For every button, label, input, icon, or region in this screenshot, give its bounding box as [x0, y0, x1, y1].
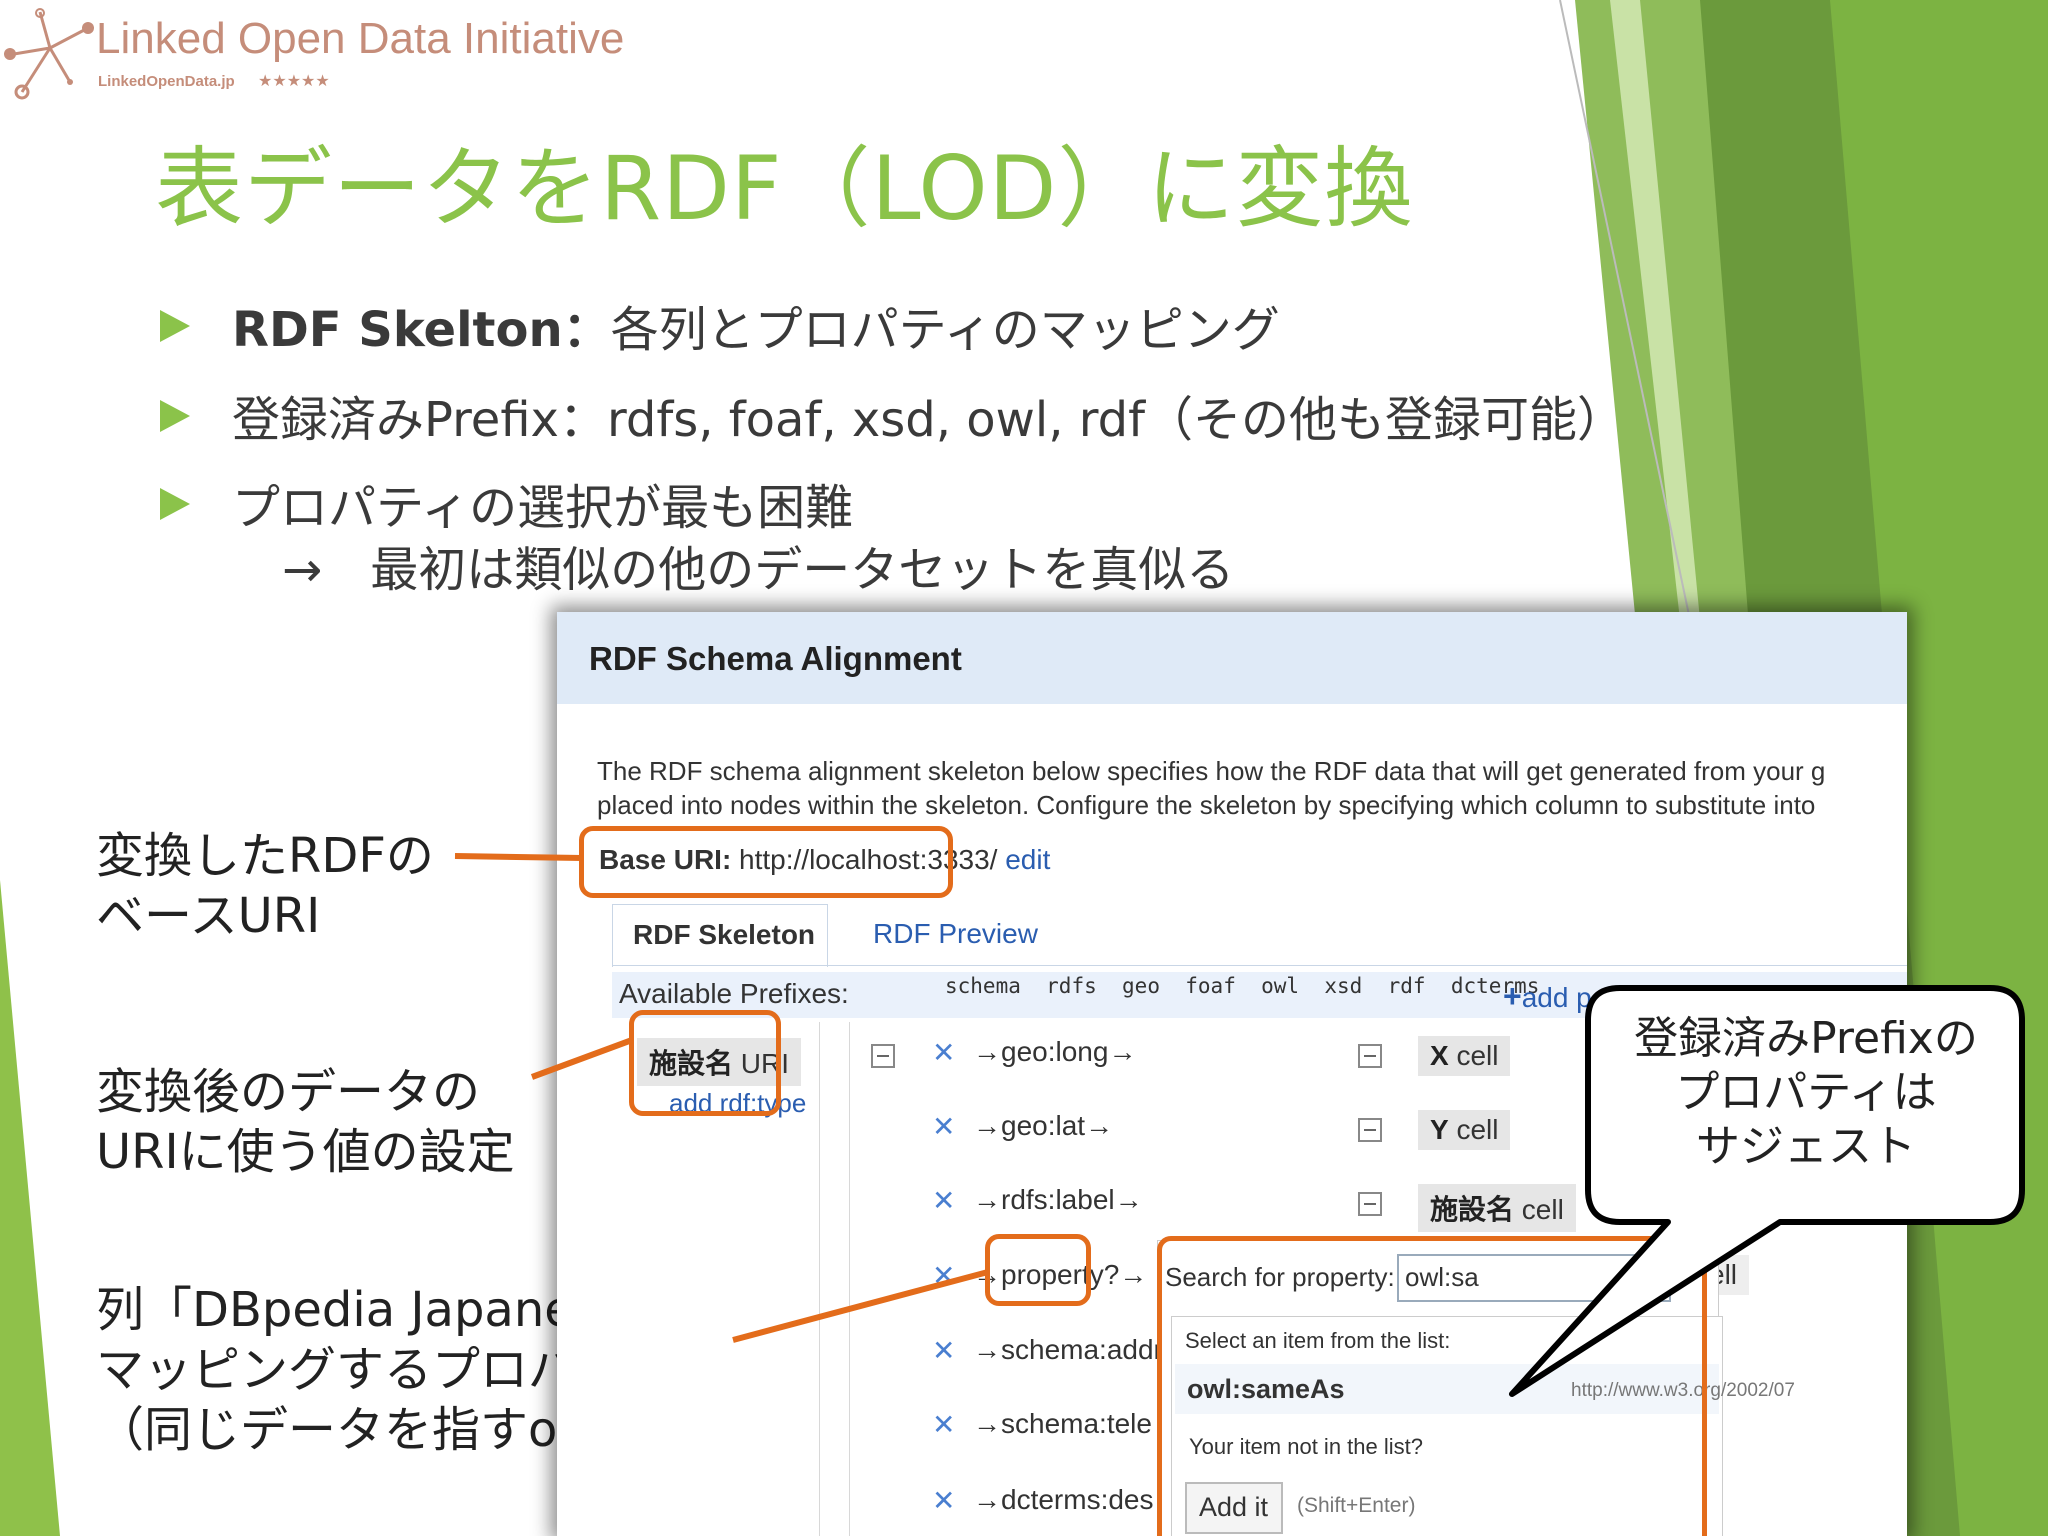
- connector-lines: [454, 853, 989, 1343]
